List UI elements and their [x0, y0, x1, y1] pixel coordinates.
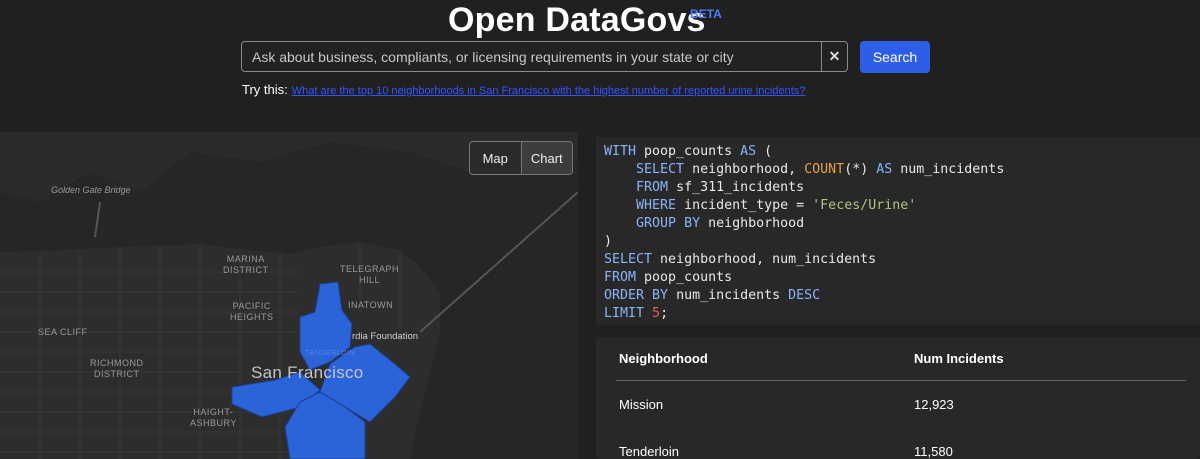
- suggestion-link[interactable]: What are the top 10 neighborhoods in San…: [292, 85, 806, 97]
- map-canvas: [0, 132, 578, 459]
- clear-search-button[interactable]: ✕: [821, 42, 847, 71]
- suggestion-prefix: Try this:: [242, 82, 288, 97]
- sql-token: neighborhood: [708, 216, 805, 231]
- sql-token: ORDER BY: [604, 288, 677, 303]
- sql-token: SELECT: [604, 252, 661, 267]
- sql-token: neighborhood,: [692, 162, 805, 177]
- sql-query-panel: WITH poop_counts AS ( SELECT neighborhoo…: [596, 137, 1200, 325]
- view-toggle: Map Chart: [469, 141, 573, 175]
- sql-token: sf_311_incidents: [676, 180, 805, 195]
- sql-line: WHERE incident_type = 'Feces/Urine': [596, 197, 1200, 215]
- sql-token: LIMIT: [604, 306, 653, 321]
- search-box: ✕: [241, 41, 848, 72]
- sql-token: poop_counts: [644, 144, 741, 159]
- sql-line: GROUP BY neighborhood: [596, 215, 1200, 233]
- sql-line: FROM sf_311_incidents: [596, 179, 1200, 197]
- chart-toggle-button[interactable]: Chart: [521, 142, 572, 174]
- beta-badge: BETA: [690, 7, 722, 21]
- map-label-tenderloin: TENDERLOIN: [305, 350, 356, 357]
- map-label-telegraph: TELEGRAPH HILL: [340, 264, 400, 285]
- sql-line: LIMIT 5;: [596, 305, 1200, 323]
- column-header-neighborhood: Neighborhood: [619, 351, 708, 366]
- sql-token: 'Feces/Urine': [812, 198, 917, 213]
- sql-token: neighborhood, num_incidents: [660, 252, 877, 267]
- map-label-golden-gate: Golden Gate Bridge: [51, 185, 131, 195]
- sql-line: FROM poop_counts: [596, 269, 1200, 287]
- sql-token: ;: [660, 306, 669, 321]
- sql-line: SELECT neighborhood, COUNT(*) AS num_inc…: [596, 161, 1200, 179]
- table-cell-neighborhood: Tenderloin: [619, 444, 679, 459]
- sql-token: GROUP BY: [636, 216, 709, 231]
- map-label-richmond: RICHMOND DISTRICT: [90, 358, 144, 379]
- sql-line: ): [596, 233, 1200, 251]
- table-cell-num-incidents: 11,580: [914, 444, 953, 459]
- sql-line: SELECT neighborhood, num_incidents: [596, 251, 1200, 269]
- search-input[interactable]: [242, 42, 842, 71]
- sql-token: 5: [652, 306, 661, 321]
- sql-token: DESC: [788, 288, 821, 303]
- header: Open DataGovs BETA ✕ Search Try this: Wha…: [0, 0, 1200, 132]
- map-label-chinatown: INATOWN: [348, 300, 394, 310]
- sql-token: AS: [876, 162, 901, 177]
- map-toggle-button[interactable]: Map: [470, 142, 522, 174]
- table-cell-neighborhood: Mission: [619, 397, 664, 412]
- results-table: Neighborhood Num Incidents Mission 12,92…: [596, 337, 1200, 459]
- sql-line: ORDER BY num_incidents DESC: [596, 287, 1200, 305]
- sql-token: (*): [844, 162, 877, 177]
- map-label-pacific: PACIFIC HEIGHTS: [230, 301, 274, 322]
- header-divider: [616, 380, 1186, 381]
- close-icon: ✕: [828, 48, 841, 64]
- sql-token: FROM: [604, 270, 645, 285]
- map-view[interactable]: Golden Gate Bridge MARINA DISTRICT TELEG…: [0, 132, 578, 459]
- suggestion-row: Try this: What are the top 10 neighborhoo…: [242, 82, 805, 97]
- sql-token: (: [764, 144, 773, 159]
- map-label-marina: MARINA DISTRICT: [223, 254, 269, 275]
- table-cell-num-incidents: 12,923: [914, 397, 954, 412]
- app-title: Open DataGovs: [448, 1, 706, 39]
- map-label-city: San Francisco: [251, 363, 364, 382]
- sql-token: WITH: [604, 144, 645, 159]
- sql-token: num_incidents: [676, 288, 789, 303]
- sql-token: WHERE: [636, 198, 685, 213]
- sql-token: num_incidents: [900, 162, 1005, 177]
- search-button[interactable]: Search: [860, 41, 930, 73]
- sql-token: AS: [740, 144, 765, 159]
- sql-token: COUNT: [804, 162, 845, 177]
- sql-token: FROM: [636, 180, 677, 195]
- sql-token: SELECT: [636, 162, 693, 177]
- map-label-sea-cliff: SEA CLIFF: [38, 327, 88, 337]
- sql-line: WITH poop_counts AS (: [596, 143, 1200, 161]
- sql-token: poop_counts: [644, 270, 733, 285]
- map-label-foundation: rdia Foundation: [352, 331, 419, 342]
- sql-token: ): [604, 234, 613, 249]
- column-header-num-incidents: Num Incidents: [914, 351, 1004, 366]
- map-label-haight: HAIGHT- ASHBURY: [190, 407, 237, 428]
- sql-token: incident_type =: [684, 198, 813, 213]
